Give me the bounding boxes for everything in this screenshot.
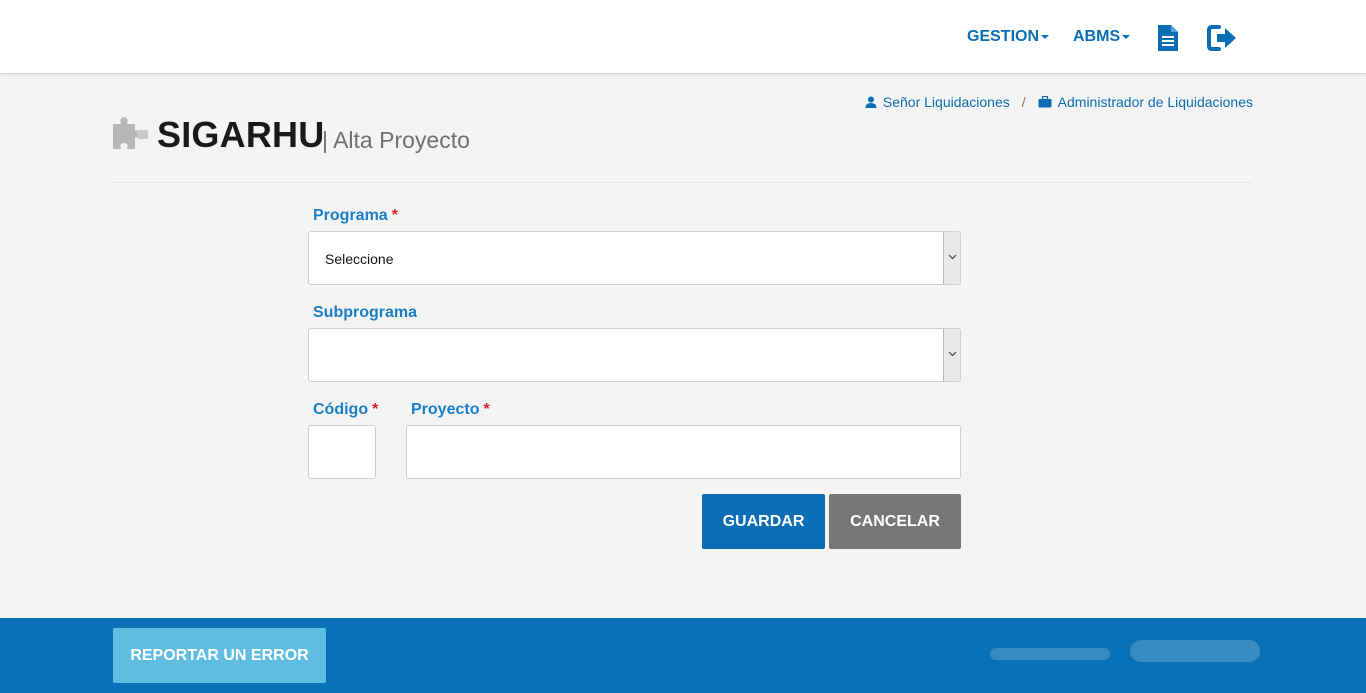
report-error-button[interactable]: REPORTAR UN ERROR xyxy=(113,628,326,683)
nav-abms-dropdown[interactable]: ABMS xyxy=(1073,28,1131,46)
sign-out-icon[interactable] xyxy=(1207,24,1237,54)
programa-label: Programa * xyxy=(313,207,398,225)
user-icon xyxy=(865,96,877,108)
save-button[interactable]: GUARDAR xyxy=(702,494,825,549)
required-marker: * xyxy=(372,401,379,418)
nav-gestion-label: GESTION xyxy=(967,28,1040,45)
breadcrumb-role-label: Administrador de Liquidaciones xyxy=(1057,94,1253,110)
top-navbar: GESTION ABMS xyxy=(0,0,1366,74)
document-icon[interactable] xyxy=(1155,24,1185,54)
puzzle-icon xyxy=(113,116,149,150)
nav-abms-label: ABMS xyxy=(1073,28,1121,45)
codigo-label: Código * xyxy=(313,401,378,419)
select-arrow[interactable] xyxy=(943,329,960,381)
chevron-down-icon xyxy=(948,254,957,260)
proyecto-label: Proyecto * xyxy=(411,401,490,419)
proyecto-label-text: Proyecto xyxy=(411,401,480,418)
caret-down-icon xyxy=(1122,34,1131,39)
codigo-input[interactable] xyxy=(308,425,376,479)
cancel-button[interactable]: CANCELAR xyxy=(829,494,961,549)
breadcrumb-user[interactable]: Señor Liquidaciones xyxy=(865,94,1010,110)
footer: REPORTAR UN ERROR xyxy=(0,618,1366,693)
subprograma-label: Subprograma xyxy=(313,304,417,322)
chevron-down-icon xyxy=(948,351,957,357)
breadcrumb: Señor Liquidaciones / Administrador de L… xyxy=(865,94,1253,110)
required-marker: * xyxy=(391,207,398,224)
breadcrumb-user-label: Señor Liquidaciones xyxy=(882,94,1010,110)
caret-down-icon xyxy=(1041,34,1050,39)
header-divider xyxy=(113,182,1253,183)
nav-gestion-dropdown[interactable]: GESTION xyxy=(967,28,1050,46)
select-arrow[interactable] xyxy=(943,232,960,284)
programa-label-text: Programa xyxy=(313,207,388,224)
app-title: SIGARHU xyxy=(157,114,325,155)
breadcrumb-separator: / xyxy=(1021,94,1026,110)
breadcrumb-role[interactable]: Administrador de Liquidaciones xyxy=(1038,94,1253,110)
required-marker: * xyxy=(483,401,490,418)
briefcase-icon xyxy=(1038,96,1052,108)
proyecto-input[interactable] xyxy=(406,425,961,479)
footer-logo xyxy=(990,628,1270,678)
subprograma-label-text: Subprograma xyxy=(313,304,418,321)
programa-select[interactable]: Seleccione xyxy=(308,231,961,285)
page-subtitle: | Alta Proyecto xyxy=(322,127,470,153)
subprograma-select[interactable] xyxy=(308,328,961,382)
codigo-label-text: Código xyxy=(313,401,369,418)
programa-select-value: Seleccione xyxy=(325,251,394,267)
